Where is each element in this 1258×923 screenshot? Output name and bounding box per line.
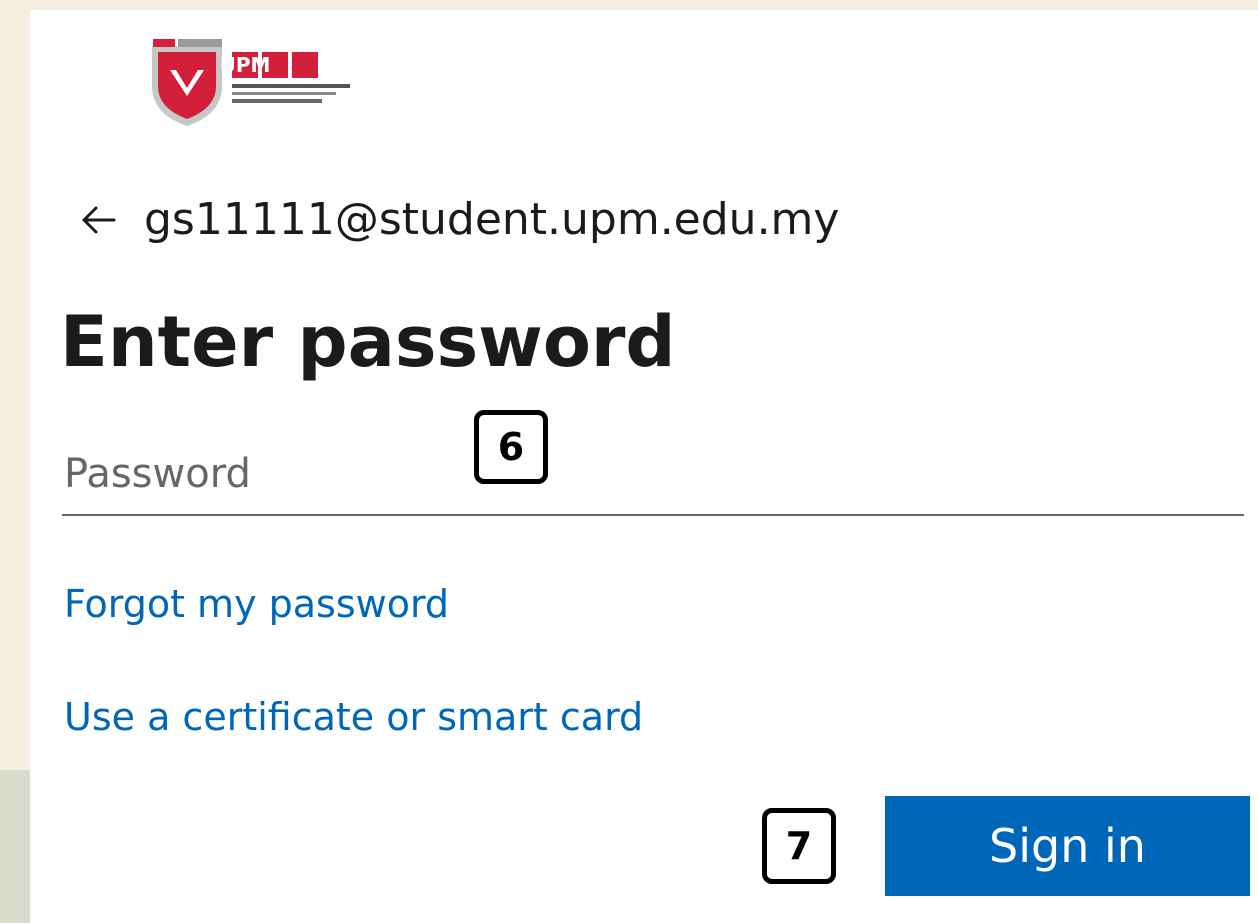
sign-in-button[interactable]: Sign in [885, 796, 1250, 896]
step-callout-password: 6 [474, 410, 548, 484]
logo-text-u: UPM [220, 53, 271, 77]
upm-logo: UPM [152, 39, 350, 126]
back-arrow-icon[interactable] [74, 196, 122, 244]
account-identity: gs11111@student.upm.edu.my [74, 188, 839, 252]
step-callout-sign-in: 7 [762, 808, 836, 884]
sign-in-card: UPM gs11111@student.upm.edu.my Enter pas… [30, 10, 1258, 923]
password-input[interactable] [62, 434, 1244, 516]
page-title: Enter password [60, 301, 676, 383]
account-email: gs11111@student.upm.edu.my [144, 194, 840, 245]
certificate-smart-card-link[interactable]: Use a certificate or smart card [64, 691, 643, 743]
forgot-password-link[interactable]: Forgot my password [64, 578, 449, 630]
